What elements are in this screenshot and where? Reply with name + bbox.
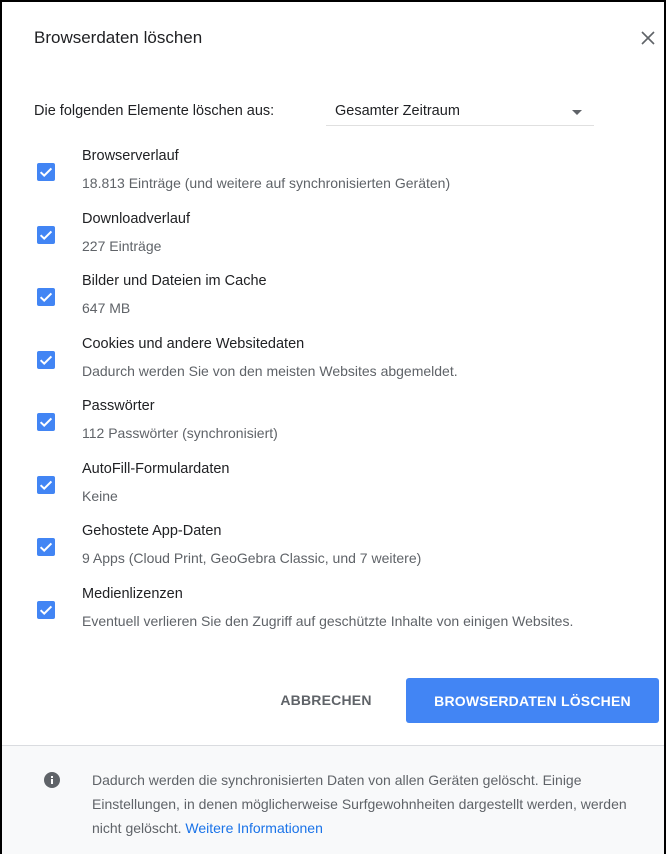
list-item[interactable]: Passwörter 112 Passwörter (synchronisier… xyxy=(2,392,664,455)
footer-text-block: Dadurch werden die synchronisierten Date… xyxy=(92,768,657,840)
sync-info-footer: Dadurch werden die synchronisierten Date… xyxy=(2,745,664,854)
item-label: Downloadverlauf xyxy=(82,210,191,227)
clear-data-button[interactable]: BROWSERDATEN LÖSCHEN xyxy=(406,678,659,723)
close-button[interactable] xyxy=(636,26,660,50)
dropdown-arrow-icon xyxy=(572,110,582,115)
item-label: Bilder und Dateien im Cache xyxy=(82,273,267,289)
checkmark-icon xyxy=(39,355,53,365)
data-type-list: Browserverlauf 18.813 Einträge (und weit… xyxy=(2,142,664,643)
item-label: AutoFill-Formulardaten xyxy=(82,460,230,477)
list-item[interactable]: Browserverlauf 18.813 Einträge (und weit… xyxy=(2,142,664,205)
time-range-label: Die folgenden Elemente löschen aus: xyxy=(34,103,275,119)
item-label: Cookies und andere Websitedaten xyxy=(82,335,305,352)
clear-browsing-data-dialog: Browserdaten löschen Die folgenden Eleme… xyxy=(0,0,666,854)
checkbox-download-history[interactable] xyxy=(37,225,55,244)
checkbox-hosted-app-data[interactable] xyxy=(37,538,55,556)
checkbox-browsing-history[interactable] xyxy=(37,163,55,181)
item-label: Gehostete App-Daten xyxy=(82,523,222,539)
item-description: Keine xyxy=(82,487,118,504)
checkbox-cached-images[interactable] xyxy=(37,288,55,306)
item-label: Medienlizenzen xyxy=(82,585,183,602)
checkmark-icon xyxy=(39,605,53,615)
item-description: 647 MB xyxy=(82,300,131,316)
checkmark-icon xyxy=(39,230,53,240)
list-item[interactable]: Cookies und andere Websitedaten Dadurch … xyxy=(2,330,664,393)
item-description: 18.813 Einträge (und weitere auf synchro… xyxy=(82,175,451,191)
time-range-value: Gesamter Zeitraum xyxy=(335,103,460,119)
list-item[interactable]: Downloadverlauf 227 Einträge xyxy=(2,205,664,268)
more-info-link[interactable]: Weitere Informationen xyxy=(185,820,322,836)
checkbox-cookies[interactable] xyxy=(37,350,55,369)
info-icon xyxy=(44,772,60,788)
item-description: 112 Passwörter (synchronisiert) xyxy=(82,425,278,441)
item-description: Dadurch werden Sie von den meisten Websi… xyxy=(82,362,458,379)
cancel-button[interactable]: ABBRECHEN xyxy=(264,678,388,722)
item-description: 9 Apps (Cloud Print, GeoGebra Classic, u… xyxy=(82,550,422,566)
checkmark-icon xyxy=(39,480,53,490)
list-item[interactable]: Gehostete App-Daten 9 Apps (Cloud Print,… xyxy=(2,517,664,580)
checkmark-icon xyxy=(39,292,53,302)
footer-text: Dadurch werden die synchronisierten Date… xyxy=(92,772,627,836)
item-label: Passwörter xyxy=(82,398,155,414)
checkmark-icon xyxy=(39,167,53,177)
close-icon xyxy=(641,31,655,45)
list-item[interactable]: Bilder und Dateien im Cache 647 MB xyxy=(2,267,664,330)
item-description: Eventuell verlieren Sie den Zugriff auf … xyxy=(82,612,574,629)
list-item[interactable]: AutoFill-Formulardaten Keine xyxy=(2,455,664,518)
list-item[interactable]: Medienlizenzen Eventuell verlieren Sie d… xyxy=(2,580,664,643)
checkbox-passwords[interactable] xyxy=(37,413,55,431)
checkmark-icon xyxy=(39,542,53,552)
checkbox-autofill[interactable] xyxy=(37,475,55,494)
item-description: 227 Einträge xyxy=(82,237,162,254)
time-range-select[interactable]: Gesamter Zeitraum xyxy=(326,94,594,126)
dialog-title: Browserdaten löschen xyxy=(34,28,203,47)
item-label: Browserverlauf xyxy=(82,148,179,164)
checkbox-media-licenses[interactable] xyxy=(37,600,55,619)
checkmark-icon xyxy=(39,417,53,427)
